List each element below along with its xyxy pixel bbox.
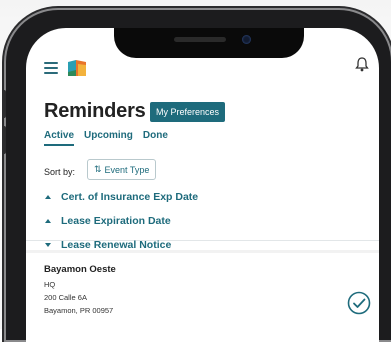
volume-down-button	[2, 126, 6, 154]
sort-label: Sort by:	[44, 167, 76, 177]
caret-up-icon	[45, 219, 51, 223]
phone-screen: Reminders My Preferences Active Upcoming…	[26, 28, 379, 342]
group-lease-expiration[interactable]: Lease Expiration Date	[44, 215, 171, 227]
phone-frame: Reminders My Preferences Active Upcoming…	[2, 10, 391, 342]
notch	[114, 28, 304, 58]
sort-event-type-button[interactable]: ⇅ Event Type	[87, 159, 157, 180]
tab-done[interactable]: Done	[143, 130, 168, 146]
page-title: Reminders	[44, 100, 146, 122]
group-label: Lease Expiration Date	[61, 215, 171, 227]
hamburger-menu-icon[interactable]	[44, 62, 58, 74]
reminder-item-line: HQ	[44, 280, 56, 289]
check-circle-icon[interactable]	[347, 291, 371, 315]
sort-button-label: Event Type	[104, 164, 150, 175]
sort-icon: ⇅	[94, 164, 102, 174]
reminder-item-line: 200 Calle 6A	[44, 293, 87, 302]
caret-up-icon	[45, 195, 51, 199]
my-preferences-button[interactable]: My Preferences	[150, 102, 226, 122]
app-logo-icon[interactable]	[66, 58, 90, 78]
bell-icon[interactable]	[355, 56, 369, 72]
tab-active[interactable]: Active	[44, 130, 75, 146]
caret-down-icon	[45, 243, 51, 247]
group-cert-of-insurance[interactable]: Cert. of Insurance Exp Date	[44, 191, 198, 203]
group-label: Cert. of Insurance Exp Date	[61, 191, 199, 203]
speaker-grille	[174, 37, 226, 42]
tab-upcoming[interactable]: Upcoming	[84, 130, 133, 146]
reminder-tabs: Active Upcoming Done	[44, 130, 168, 146]
reminder-item-line: Bayamon, PR 00957	[44, 306, 114, 315]
reminder-item-name: Bayamon Oeste	[44, 264, 116, 275]
volume-up-button	[2, 90, 6, 118]
front-camera	[242, 35, 251, 44]
